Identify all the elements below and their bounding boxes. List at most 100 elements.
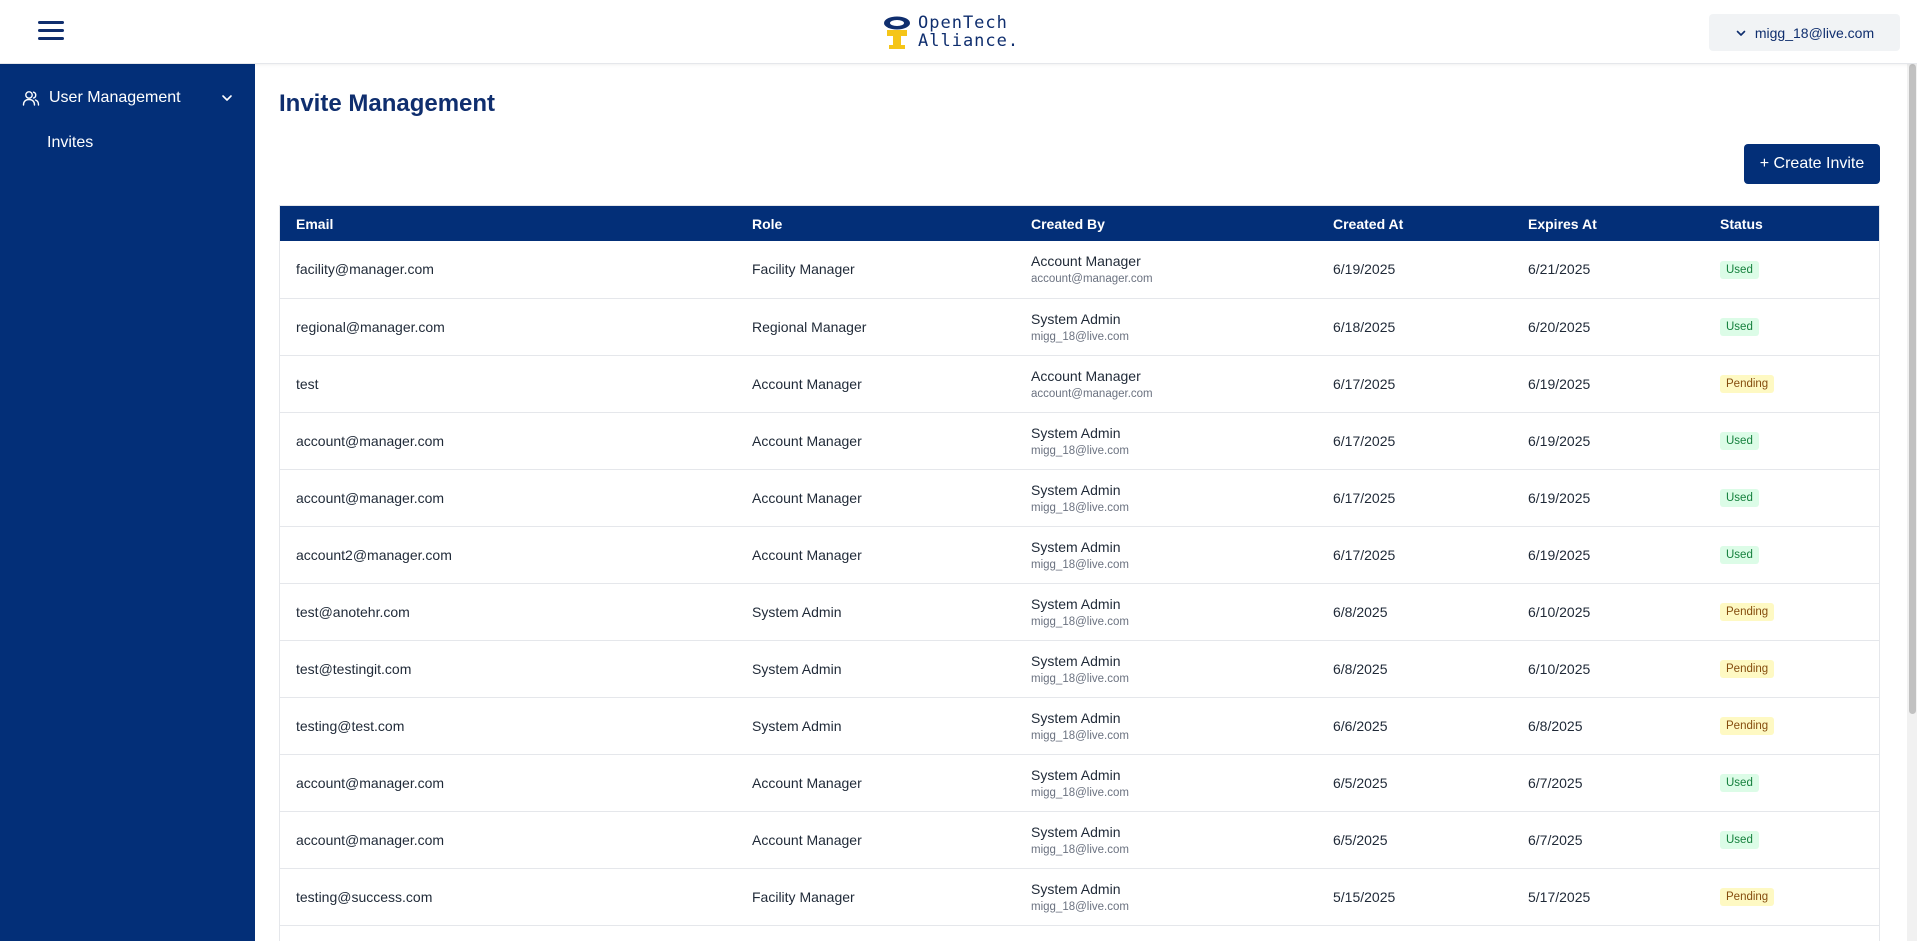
created-by-email: migg_18@live.com (1031, 501, 1129, 514)
table-row[interactable]: account@manager.com Account Manager System… (280, 811, 1879, 868)
user-menu-button[interactable]: migg_18@live.com (1709, 14, 1900, 51)
create-invite-button[interactable]: + Create Invite (1744, 144, 1880, 184)
table-row[interactable]: test@anotehr.com System Admin System Admin… (280, 583, 1879, 640)
created-by-email: migg_18@live.com (1031, 843, 1129, 856)
cell-expires-at: 5/17/2025 (1528, 888, 1591, 905)
cell-created-at: 6/5/2025 (1333, 774, 1388, 791)
cell-created-by: Account Manager account@manager.com (1015, 241, 1317, 298)
created-by-name: System Admin (1031, 481, 1121, 498)
cell-created-by: System Admin migg_18@live.com (1015, 640, 1317, 697)
created-by-name: System Admin (1031, 880, 1121, 897)
cell-email (280, 925, 736, 941)
cell-created-by: System Admin migg_18@live.com (1015, 583, 1317, 640)
cell-created-at: 6/17/2025 (1333, 375, 1396, 392)
table-row[interactable]: regional@manager.com Regional Manager Syst… (280, 298, 1879, 355)
created-by-name: System Admin (1031, 310, 1121, 327)
table-row[interactable]: test Account Manager Account Manager accoun… (280, 355, 1879, 412)
cell-email: test@testingit.com (296, 660, 412, 677)
table-row[interactable]: account@manager.com Account Manager System… (280, 469, 1879, 526)
cell-created-by: System Admin migg_18@live.com (1015, 469, 1317, 526)
sidebar-group-label: User Management (49, 89, 181, 106)
table-row[interactable]: account2@manager.com Account Manager Syste… (280, 526, 1879, 583)
table-row[interactable]: account@manager.com Account Manager System… (280, 412, 1879, 469)
cell-email: account@manager.com (296, 774, 445, 791)
created-by-email: migg_18@live.com (1031, 330, 1129, 343)
cell-created-at: 6/17/2025 (1333, 489, 1396, 506)
cell-status: Used (1704, 469, 1879, 526)
cell-created-by: System Admin migg_18@live.com (1015, 811, 1317, 868)
hamburger-menu-icon[interactable] (38, 20, 64, 42)
status-badge: Used (1720, 774, 1759, 792)
created-by-name: System Admin (1031, 538, 1121, 555)
status-badge: Pending (1720, 660, 1775, 678)
created-by-email: migg_18@live.com (1031, 786, 1129, 799)
page-scrollbar[interactable] (1907, 64, 1917, 941)
created-by-email: migg_18@live.com (1031, 615, 1129, 628)
cell-created-by: System Admin migg_18@live.com (1015, 868, 1317, 925)
cell-created-at: 6/17/2025 (1333, 432, 1396, 449)
cell-status: Used (1704, 298, 1879, 355)
cell-status: Used (1704, 754, 1879, 811)
cell-expires-at: 6/19/2025 (1528, 546, 1591, 563)
cell-email: regional@manager.com (296, 318, 445, 335)
chevron-down-icon (1736, 30, 1746, 36)
column-header-role[interactable]: Role (736, 206, 1015, 241)
status-badge: Pending (1720, 375, 1775, 393)
logo-mark-icon (884, 16, 910, 49)
cell-status: Used (1704, 526, 1879, 583)
cell-expires-at (1512, 925, 1704, 941)
main-content: Invite Management + Create Invite Email … (255, 64, 1907, 941)
top-header: OpenTech Alliance. migg_18@live.com (0, 0, 1917, 64)
cell-role: System Admin (752, 603, 842, 620)
created-by-name: System Admin (1031, 652, 1121, 669)
status-badge: Pending (1720, 717, 1775, 735)
cell-expires-at: 6/21/2025 (1528, 261, 1591, 278)
cell-expires-at: 6/20/2025 (1528, 318, 1591, 335)
table-row[interactable]: account@manager.com Account Manager System… (280, 754, 1879, 811)
table-row[interactable]: testing@success.com Facility Manager Syste… (280, 868, 1879, 925)
table-row[interactable]: facility@manager.com Facility Manager Acco… (280, 241, 1879, 298)
cell-created-by: System Admin migg_18@live.com (1015, 526, 1317, 583)
page-title: Invite Management (279, 90, 496, 117)
sidebar-group-user-management[interactable]: User Management (22, 86, 234, 110)
table-row[interactable]: test@testingit.com System Admin System Adm… (280, 640, 1879, 697)
cell-expires-at: 6/19/2025 (1528, 375, 1591, 392)
cell-created-by: System Admin migg_18@live.com (1015, 754, 1317, 811)
cell-role: Account Manager (752, 432, 862, 449)
status-badge: Used (1720, 831, 1759, 849)
cell-created-at: 6/8/2025 (1333, 660, 1388, 677)
cell-expires-at: 6/8/2025 (1528, 717, 1583, 734)
table-row[interactable]: System Admin (280, 925, 1879, 941)
cell-status: Pending (1704, 868, 1879, 925)
cell-email: testing@success.com (296, 888, 433, 905)
invites-table: Email Role Created By Created At Expires… (279, 205, 1880, 941)
logo-text: OpenTech Alliance. (918, 15, 1019, 50)
cell-email: account@manager.com (296, 831, 445, 848)
cell-email: account@manager.com (296, 432, 445, 449)
status-badge: Used (1720, 489, 1759, 507)
cell-email: account2@manager.com (296, 546, 452, 563)
column-header-created-at[interactable]: Created At (1317, 206, 1512, 241)
created-by-name: System Admin (1031, 709, 1121, 726)
cell-created-at: 6/19/2025 (1333, 261, 1396, 278)
table-row[interactable]: testing@test.com System Admin System Admin… (280, 697, 1879, 754)
column-header-created-by[interactable]: Created By (1015, 206, 1317, 241)
cell-status: Pending (1704, 355, 1879, 412)
cell-email: test (296, 375, 319, 392)
cell-role: Account Manager (752, 375, 862, 392)
sidebar-item-invites[interactable]: Invites (47, 134, 93, 152)
cell-created-at: 5/15/2025 (1333, 888, 1396, 905)
cell-expires-at: 6/19/2025 (1528, 432, 1591, 449)
cell-email: facility@manager.com (296, 261, 434, 278)
column-header-email[interactable]: Email (280, 206, 736, 241)
scrollbar-thumb[interactable] (1909, 64, 1916, 714)
cell-role: Facility Manager (752, 261, 855, 278)
cell-created-by: System Admin migg_18@live.com (1015, 412, 1317, 469)
cell-status: Pending (1704, 697, 1879, 754)
table-header-row: Email Role Created By Created At Expires… (280, 206, 1879, 241)
logo[interactable]: OpenTech Alliance. (882, 13, 1032, 53)
cell-created-at: 6/18/2025 (1333, 318, 1396, 335)
column-header-expires-at[interactable]: Expires At (1512, 206, 1704, 241)
chevron-down-icon (222, 95, 232, 101)
column-header-status[interactable]: Status (1704, 206, 1879, 241)
